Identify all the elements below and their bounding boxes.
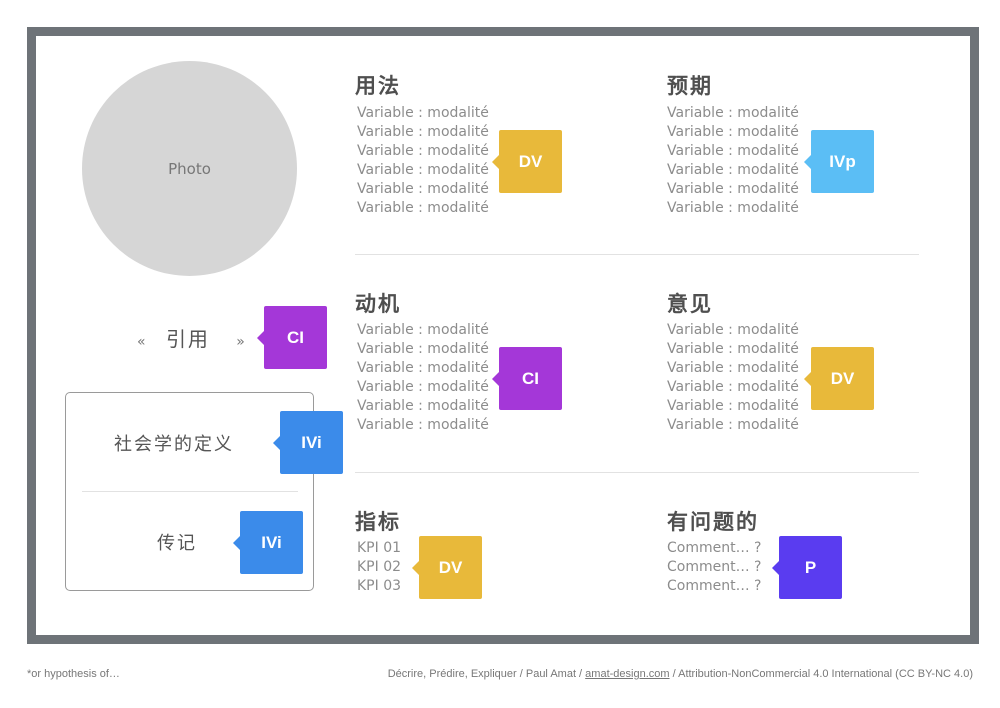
expect-line: Variable : modalité (667, 181, 799, 197)
indicators-tag: DV (412, 536, 482, 599)
usage-line: Variable : modalité (357, 181, 489, 197)
indicators-lines: KPI 01 KPI 02 KPI 03 (357, 539, 401, 596)
expect-line: Variable : modalité (667, 143, 799, 159)
definition-tag-label: IVi (301, 432, 322, 452)
problems-line: Comment… ? (667, 540, 762, 556)
expect-line: Variable : modalité (667, 105, 799, 121)
motive-tag-label: CI (522, 368, 539, 388)
expect-tag: IVp (804, 130, 874, 193)
opinion-tag-label: DV (830, 368, 855, 388)
usage-title: 用法 (355, 74, 401, 98)
expect-tag-label: IVp (829, 151, 856, 171)
usage-line: Variable : modalité (357, 162, 489, 178)
indicators-tag-label: DV (438, 557, 463, 577)
opinion-title: 意见 (667, 292, 713, 316)
indicators-title: 指标 (355, 510, 401, 534)
footer-credits-prefix: Décrire, Prédire, Expliquer / Paul Amat … (387, 668, 586, 680)
expect-title: 预期 (667, 74, 713, 98)
motive-line: Variable : modalité (357, 360, 489, 376)
indicators-line: KPI 03 (357, 578, 402, 594)
quote: « 引用 » (137, 323, 245, 352)
photo-placeholder: Photo (82, 61, 297, 276)
footer-note: *or hypothesis of… (27, 668, 120, 680)
opinion-line: Variable : modalité (667, 360, 799, 376)
expect-line: Variable : modalité (667, 200, 799, 216)
motive-line: Variable : modalité (357, 417, 489, 433)
opinion-tag: DV (804, 347, 874, 410)
problems-tag-label: P (804, 557, 817, 577)
opinion-line: Variable : modalité (667, 341, 799, 357)
quote-text: 引用 (165, 327, 210, 351)
motive-line: Variable : modalité (357, 398, 489, 414)
row-divider-2 (355, 472, 919, 473)
indicators-line: KPI 02 (357, 559, 402, 575)
usage-line: Variable : modalité (357, 143, 489, 159)
indicators-line: KPI 01 (357, 540, 402, 556)
motive-title: 动机 (355, 292, 401, 316)
photo-label: Photo (168, 159, 211, 178)
motive-lines: Variable : modalité Variable : modalité … (357, 321, 489, 435)
opinion-line: Variable : modalité (667, 398, 799, 414)
usage-lines: Variable : modalité Variable : modalité … (357, 104, 489, 218)
opinion-lines: Variable : modalité Variable : modalité … (667, 321, 799, 435)
opinion-line: Variable : modalité (667, 322, 799, 338)
problems-title: 有问题的 (667, 510, 759, 534)
usage-line: Variable : modalité (357, 124, 489, 140)
quote-open: « (137, 334, 146, 350)
problems-tag: P (772, 536, 842, 599)
problems-line: Comment… ? (667, 559, 762, 575)
expect-lines: Variable : modalité Variable : modalité … (667, 104, 799, 218)
biography-tag-label: IVi (261, 532, 282, 552)
motive-line: Variable : modalité (357, 322, 489, 338)
usage-tag-label: DV (518, 151, 543, 171)
usage-line: Variable : modalité (357, 105, 489, 121)
motive-line: Variable : modalité (357, 379, 489, 395)
quote-close: » (236, 334, 245, 350)
biography-label: 传记 (157, 533, 197, 554)
opinion-line: Variable : modalité (667, 379, 799, 395)
definition-label: 社会学的定义 (114, 434, 234, 455)
expect-line: Variable : modalité (667, 162, 799, 178)
motive-line: Variable : modalité (357, 341, 489, 357)
footer-link[interactable]: amat-design.com (585, 668, 669, 680)
box-divider (82, 491, 298, 492)
quote-tag: CI (257, 306, 327, 369)
definition-tag: IVi (273, 411, 343, 474)
problems-line: Comment… ? (667, 578, 762, 594)
opinion-line: Variable : modalité (667, 417, 799, 433)
footer-credits-suffix: / Attribution-NonCommercial 4.0 Internat… (669, 668, 973, 680)
motive-tag: CI (492, 347, 562, 410)
quote-tag-label: CI (287, 327, 304, 347)
problems-lines: Comment… ? Comment… ? Comment… ? (667, 539, 761, 596)
usage-line: Variable : modalité (357, 200, 489, 216)
usage-tag: DV (492, 130, 562, 193)
expect-line: Variable : modalité (667, 124, 799, 140)
footer-credits: Décrire, Prédire, Expliquer / Paul Amat … (388, 668, 973, 680)
biography-tag: IVi (233, 511, 303, 574)
row-divider-1 (355, 254, 919, 255)
